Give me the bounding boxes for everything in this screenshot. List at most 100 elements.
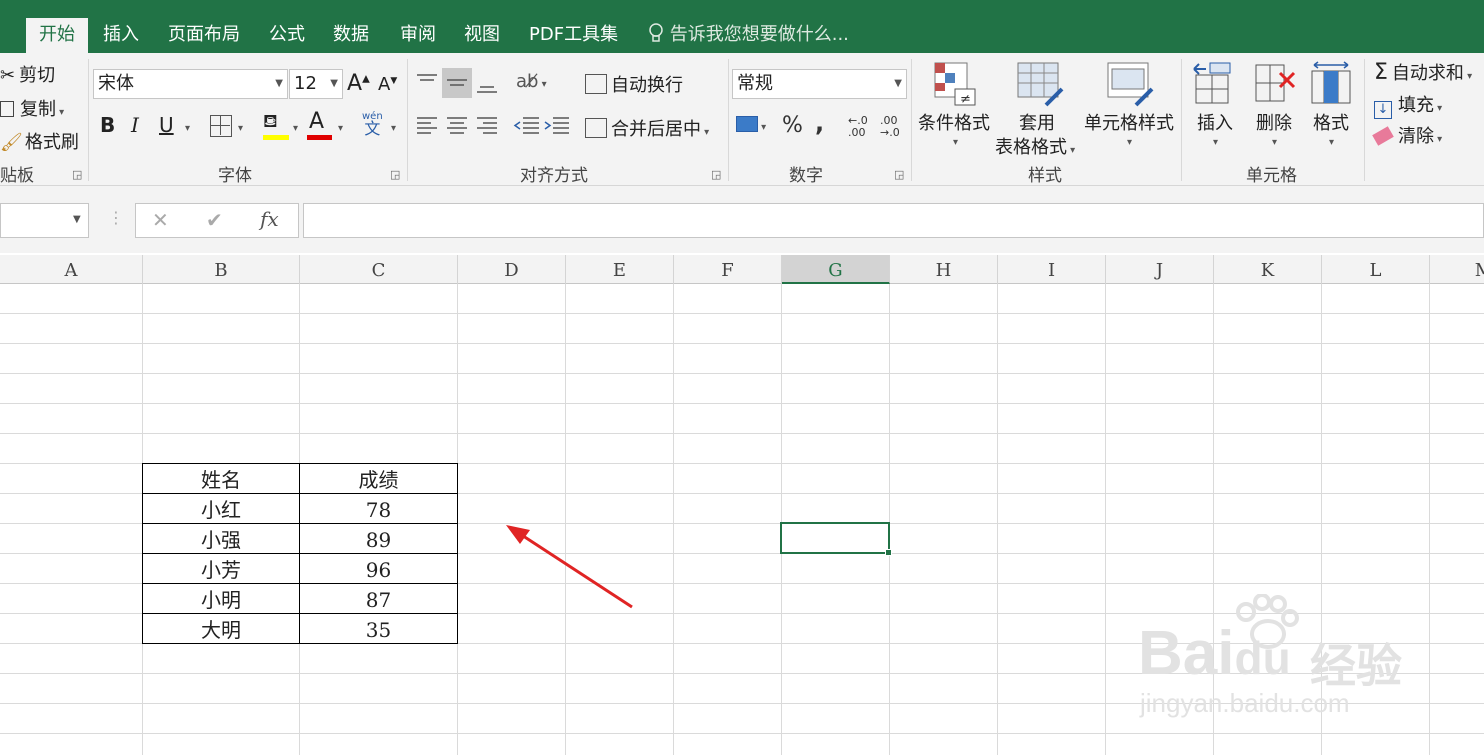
column-header-a[interactable]: A xyxy=(0,255,143,284)
dialog-launcher-icon[interactable]: ◲ xyxy=(894,168,904,181)
increase-indent-icon[interactable] xyxy=(543,113,571,143)
chevron-down-icon[interactable]: ▾ xyxy=(953,137,958,148)
chevron-down-icon[interactable]: ▾ xyxy=(1272,137,1277,148)
table-cell[interactable]: 小明 xyxy=(143,584,299,614)
gridline xyxy=(673,284,674,755)
column-header-m[interactable]: M xyxy=(1430,255,1484,284)
format-as-table-button[interactable]: 表格格式 ▾ xyxy=(995,133,1075,159)
wrap-text-button[interactable]: 自动换行 xyxy=(585,71,683,97)
chevron-down-icon[interactable]: ▾ xyxy=(1329,137,1334,148)
table-cell[interactable]: 89 xyxy=(300,524,457,554)
active-cell-selection[interactable] xyxy=(780,522,890,554)
copy-button[interactable]: 复制 ▾ xyxy=(0,95,64,121)
font-name-select[interactable]: 宋体 ▼ xyxy=(93,69,288,99)
copy-icon xyxy=(0,101,14,117)
fill-handle[interactable] xyxy=(885,549,892,556)
delete-cells-button[interactable]: 删除 xyxy=(1256,109,1292,135)
cut-button[interactable]: ✂ 剪切 xyxy=(0,61,55,87)
table-cell[interactable]: 35 xyxy=(300,614,457,644)
format-cells-button[interactable]: 格式 xyxy=(1313,109,1349,135)
grow-font-button[interactable]: A▲ xyxy=(347,71,370,96)
column-header-f[interactable]: F xyxy=(674,255,782,284)
chevron-down-icon[interactable]: ▼ xyxy=(73,214,81,225)
table-cell[interactable]: 小强 xyxy=(143,524,299,554)
group-divider xyxy=(728,59,729,181)
increase-decimal-button[interactable]: ←.0 .00 xyxy=(848,115,878,139)
column-header-b[interactable]: B xyxy=(143,255,300,284)
tab-data[interactable]: 数据 xyxy=(320,18,382,53)
table-header-cell[interactable]: 姓名 xyxy=(143,464,299,494)
percent-button[interactable]: % xyxy=(782,113,803,138)
align-center-icon[interactable] xyxy=(444,113,470,143)
phonetic-guide-button[interactable]: wén 文 xyxy=(362,111,383,137)
chevron-down-icon[interactable]: ▾ xyxy=(1213,137,1218,148)
cell-styles-button[interactable]: 单元格样式 xyxy=(1084,109,1174,135)
column-header-h[interactable]: H xyxy=(890,255,998,284)
check-icon[interactable]: ✔ xyxy=(206,208,223,232)
table-cell[interactable]: 78 xyxy=(300,494,457,524)
fill-color-button[interactable]: ⛾ xyxy=(263,111,289,140)
clear-button[interactable]: 清除 ▾ xyxy=(1372,122,1442,148)
insert-function-icon[interactable]: fx xyxy=(260,207,279,231)
align-left-icon[interactable] xyxy=(414,113,440,143)
formula-input[interactable] xyxy=(303,203,1484,238)
decrease-indent-icon[interactable] xyxy=(513,113,541,143)
accounting-format-button[interactable]: ▾ xyxy=(736,115,766,134)
tell-me-search[interactable]: 告诉我您想要做什么... xyxy=(648,18,849,53)
table-header-cell[interactable]: 成绩 xyxy=(300,464,457,494)
conditional-format-button[interactable]: 条件格式 xyxy=(918,109,990,135)
chevron-down-icon[interactable]: ▾ xyxy=(338,123,343,134)
tab-review[interactable]: 审阅 xyxy=(387,18,449,53)
chevron-down-icon[interactable]: ▾ xyxy=(1127,137,1132,148)
align-bottom-icon[interactable] xyxy=(474,69,500,97)
column-header-e[interactable]: E xyxy=(566,255,674,284)
column-header-g[interactable]: G xyxy=(782,255,890,284)
insert-cells-button[interactable]: 插入 xyxy=(1197,109,1233,135)
column-header-j[interactable]: J xyxy=(1106,255,1214,284)
tab-formulas[interactable]: 公式 xyxy=(256,18,318,53)
align-middle-icon[interactable] xyxy=(442,68,472,98)
autosum-button[interactable]: Σ 自动求和 ▾ xyxy=(1374,59,1472,85)
align-right-icon[interactable] xyxy=(474,113,500,143)
number-format-select[interactable]: 常规 ▼ xyxy=(732,69,907,99)
cancel-icon[interactable]: ✕ xyxy=(152,208,169,232)
table-cell[interactable]: 小芳 xyxy=(143,554,299,584)
chevron-down-icon[interactable]: ▾ xyxy=(293,123,298,134)
column-header-d[interactable]: D xyxy=(458,255,566,284)
comma-button[interactable]: , xyxy=(815,109,824,137)
tab-view[interactable]: 视图 xyxy=(451,18,513,53)
align-top-icon[interactable] xyxy=(414,69,440,97)
table-cell[interactable]: 小红 xyxy=(143,494,299,524)
tab-home[interactable]: 开始 xyxy=(26,18,88,53)
chevron-down-icon[interactable]: ▾ xyxy=(238,123,243,134)
tab-insert[interactable]: 插入 xyxy=(90,18,152,53)
underline-button[interactable]: U xyxy=(159,113,174,137)
format-as-table-line1[interactable]: 套用 xyxy=(1019,109,1055,135)
font-size-select[interactable]: 12 ▼ xyxy=(289,69,343,99)
borders-icon[interactable] xyxy=(210,115,232,137)
italic-button[interactable]: I xyxy=(131,113,139,137)
decrease-decimal-button[interactable]: .00 →.0 xyxy=(880,115,910,139)
tab-page-layout[interactable]: 页面布局 xyxy=(155,18,253,53)
name-box[interactable]: ▼ xyxy=(0,203,89,238)
dialog-launcher-icon[interactable]: ◲ xyxy=(390,168,400,181)
format-painter-button[interactable]: 🖌 格式刷 xyxy=(0,128,79,154)
chevron-down-icon[interactable]: ▾ xyxy=(185,123,190,134)
shrink-font-button[interactable]: A▼ xyxy=(378,74,397,95)
dialog-launcher-icon[interactable]: ◲ xyxy=(72,168,82,181)
table-cell[interactable]: 87 xyxy=(300,584,457,614)
table-cell[interactable]: 96 xyxy=(300,554,457,584)
chevron-down-icon[interactable]: ▾ xyxy=(391,123,396,134)
fill-button[interactable]: ↓ 填充 ▾ xyxy=(1374,91,1442,119)
font-color-button[interactable]: A xyxy=(307,109,332,140)
bold-button[interactable]: B xyxy=(100,113,115,137)
column-header-l[interactable]: L xyxy=(1322,255,1430,284)
column-header-c[interactable]: C xyxy=(300,255,458,284)
merge-center-button[interactable]: 合并后居中 ▾ xyxy=(585,115,709,141)
column-header-i[interactable]: I xyxy=(998,255,1106,284)
tab-pdf-tools[interactable]: PDF工具集 xyxy=(516,18,631,53)
table-cell[interactable]: 大明 xyxy=(143,614,299,644)
column-header-k[interactable]: K xyxy=(1214,255,1322,284)
orientation-icon[interactable]: ab̸ ▾ xyxy=(516,71,547,92)
dialog-launcher-icon[interactable]: ◲ xyxy=(711,168,721,181)
